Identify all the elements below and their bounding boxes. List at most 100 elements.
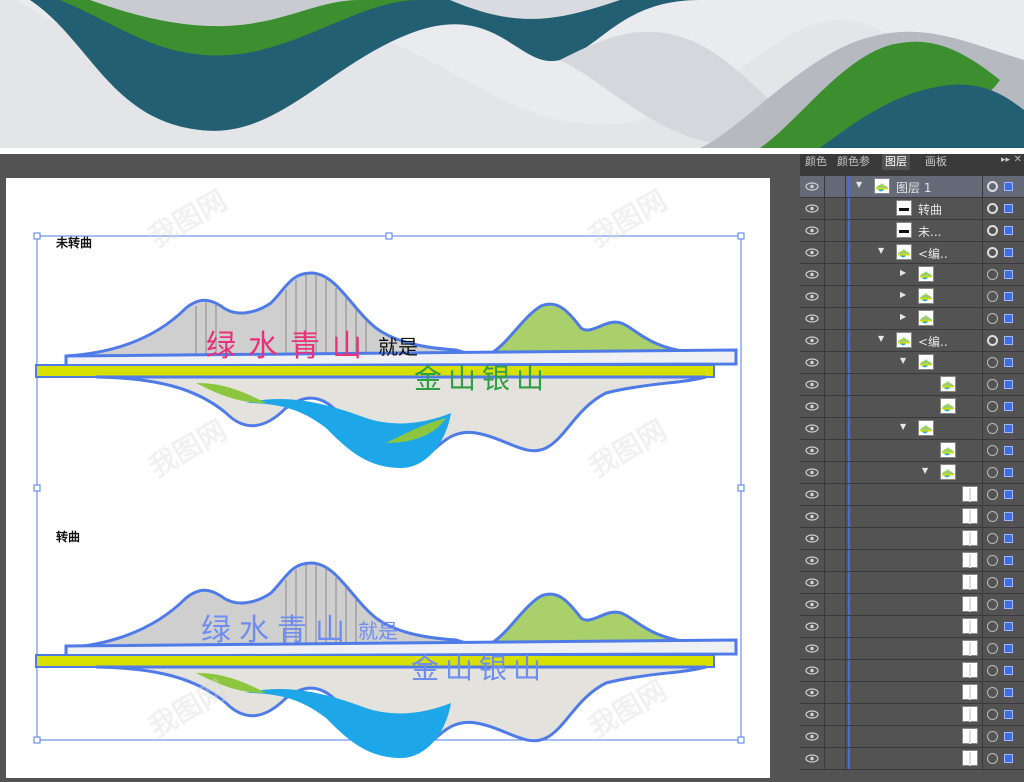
layer-row[interactable] [800,616,1024,638]
lock-toggle[interactable] [824,528,846,549]
disclosure-closed-icon[interactable]: ▶ [900,312,906,321]
selection-indicator[interactable] [1004,600,1013,609]
target-icon[interactable] [987,335,998,346]
layer-row[interactable] [800,638,1024,660]
layer-row[interactable]: ▼ 图层 1 [800,176,1024,198]
layers-panel[interactable]: 颜色 颜色参 图层 画板 ▸▸ ✕ ▼ 图层 1 转曲 未... ▼ <编.. ▶ ▶ ▶ ▼ <编… [800,154,1024,770]
layer-row[interactable]: ▶ [800,286,1024,308]
eye-icon[interactable] [803,310,821,327]
tab-color[interactable]: 颜色 [802,154,830,170]
disclosure-open-icon[interactable]: ▼ [878,246,884,255]
target-icon[interactable] [987,621,998,632]
eye-icon[interactable] [803,728,821,745]
target-icon[interactable] [987,687,998,698]
target-icon[interactable] [987,643,998,654]
eye-icon[interactable] [803,750,821,767]
eye-icon[interactable] [803,618,821,635]
eye-icon[interactable] [803,266,821,283]
lock-toggle[interactable] [824,572,846,593]
selection-indicator[interactable] [1004,446,1013,455]
lock-toggle[interactable] [824,418,846,439]
layer-row[interactable] [800,572,1024,594]
lock-toggle[interactable] [824,352,846,373]
selection-indicator[interactable] [1004,358,1013,367]
layer-row[interactable] [800,594,1024,616]
lock-toggle[interactable] [824,308,846,329]
layer-row[interactable] [800,396,1024,418]
disclosure-open-icon[interactable]: ▼ [878,334,884,343]
target-icon[interactable] [987,401,998,412]
eye-icon[interactable] [803,508,821,525]
selection-indicator[interactable] [1004,622,1013,631]
selection-indicator[interactable] [1004,468,1013,477]
selection-indicator[interactable] [1004,732,1013,741]
selection-indicator[interactable] [1004,336,1013,345]
artboard[interactable]: 绿水青山 就是 金山银山 绿水青山 就是 金山银山 我图网 我图网 我图网 我图… [6,178,770,778]
selection-indicator[interactable] [1004,534,1013,543]
eye-icon[interactable] [803,376,821,393]
eye-icon[interactable] [803,222,821,239]
lock-toggle[interactable] [824,198,846,219]
selection-indicator[interactable] [1004,644,1013,653]
lock-toggle[interactable] [824,176,846,197]
eye-icon[interactable] [803,530,821,547]
layer-row[interactable] [800,484,1024,506]
layer-name[interactable]: 未... [918,223,941,240]
tab-color-guide[interactable]: 颜色参 [834,154,873,170]
selection-indicator[interactable] [1004,710,1013,719]
lock-toggle[interactable] [824,550,846,571]
eye-icon[interactable] [803,398,821,415]
selection-indicator[interactable] [1004,204,1013,213]
lock-toggle[interactable] [824,286,846,307]
target-icon[interactable] [987,555,998,566]
eye-icon[interactable] [803,200,821,217]
lock-toggle[interactable] [824,242,846,263]
artwork[interactable]: 绿水青山 就是 金山银山 绿水青山 就是 金山银山 我图网 我图网 我图网 我图… [6,178,770,778]
lock-toggle[interactable] [824,374,846,395]
lock-toggle[interactable] [824,484,846,505]
layer-row[interactable] [800,528,1024,550]
target-icon[interactable] [987,423,998,434]
target-icon[interactable] [987,203,998,214]
layer-name[interactable]: 转曲 [918,201,942,218]
layer-name[interactable]: <编.. [918,333,948,350]
eye-icon[interactable] [803,442,821,459]
disclosure-open-icon[interactable]: ▼ [922,466,928,475]
lock-toggle[interactable] [824,616,846,637]
target-icon[interactable] [987,709,998,720]
layer-row[interactable] [800,682,1024,704]
lock-toggle[interactable] [824,440,846,461]
layer-row[interactable]: ▼ <编.. [800,242,1024,264]
target-icon[interactable] [987,467,998,478]
eye-icon[interactable] [803,178,821,195]
selection-indicator[interactable] [1004,292,1013,301]
target-icon[interactable] [987,665,998,676]
layer-row[interactable]: ▶ [800,308,1024,330]
selection-indicator[interactable] [1004,666,1013,675]
lock-toggle[interactable] [824,330,846,351]
selection-indicator[interactable] [1004,270,1013,279]
target-icon[interactable] [987,313,998,324]
eye-icon[interactable] [803,464,821,481]
selection-indicator[interactable] [1004,380,1013,389]
layer-row[interactable] [800,660,1024,682]
target-icon[interactable] [987,599,998,610]
layer-row[interactable]: ▼ [800,462,1024,484]
eye-icon[interactable] [803,288,821,305]
lock-toggle[interactable] [824,594,846,615]
target-icon[interactable] [987,225,998,236]
lock-toggle[interactable] [824,682,846,703]
selection-indicator[interactable] [1004,248,1013,257]
target-icon[interactable] [987,247,998,258]
target-icon[interactable] [987,291,998,302]
layer-row[interactable] [800,748,1024,770]
layer-row[interactable]: 转曲 [800,198,1024,220]
selection-indicator[interactable] [1004,182,1013,191]
selection-indicator[interactable] [1004,226,1013,235]
lock-toggle[interactable] [824,264,846,285]
selection-indicator[interactable] [1004,556,1013,565]
lock-toggle[interactable] [824,220,846,241]
selection-indicator[interactable] [1004,424,1013,433]
target-icon[interactable] [987,511,998,522]
eye-icon[interactable] [803,552,821,569]
